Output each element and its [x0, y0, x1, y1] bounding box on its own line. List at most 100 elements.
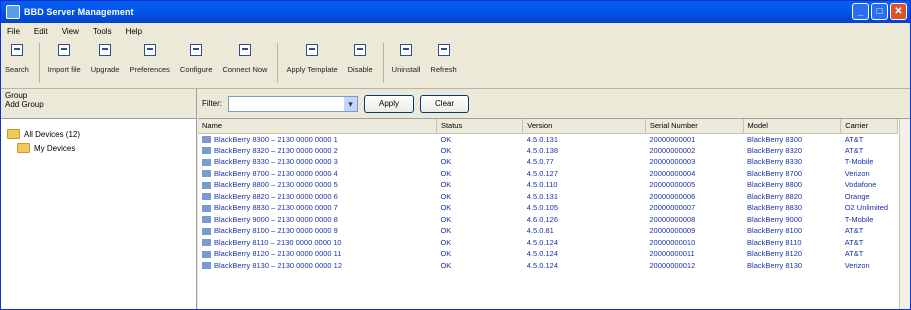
refresh-button[interactable]: Refresh	[430, 39, 457, 74]
table-cell: AT&T	[844, 237, 864, 247]
apply-button[interactable]: Apply	[364, 94, 415, 113]
clear-button[interactable]: Clear	[420, 94, 470, 113]
preferences-button[interactable]: Preferences	[129, 39, 170, 74]
table-row[interactable]: BlackBerry 8830 – 2130 0000 0000 7 OK 4.5.…	[198, 202, 898, 214]
menu-help[interactable]: Help	[126, 27, 142, 36]
table-row[interactable]: BlackBerry 8820 – 2130 0000 0000 6 OK 4.5.…	[198, 191, 898, 203]
table-cell: AT&T	[844, 226, 864, 236]
device-icon	[202, 262, 211, 270]
filter-input[interactable]	[228, 95, 358, 112]
device-name: BlackBerry 8320 – 2130 0000 0000 2	[214, 145, 338, 155]
table-row[interactable]: BlackBerry 8100 – 2130 0000 0000 9 OK 4.5.…	[198, 225, 898, 237]
table-cell: OK	[440, 203, 452, 213]
device-name-cell: BlackBerry 8100 – 2130 0000 0000 9	[198, 225, 436, 237]
upgrade-button[interactable]: Upgrade	[91, 39, 119, 74]
table-cell: 20000000006	[649, 191, 696, 201]
configure-button[interactable]: Configure	[180, 39, 212, 74]
table-cell: AT&T	[844, 134, 864, 144]
disable-icon	[351, 43, 369, 59]
uninstall-button[interactable]: Uninstall	[392, 39, 420, 74]
table-row[interactable]: BlackBerry 8120 – 2130 0000 0000 11 OK 4.5…	[198, 248, 898, 260]
device-icon	[202, 170, 211, 178]
window-title: BBD Server Management	[24, 7, 134, 17]
table-cell: OK	[440, 191, 452, 201]
devices-table: Name Status Version Serial Number Model …	[198, 119, 898, 271]
template-icon	[303, 43, 321, 59]
table-row[interactable]: BlackBerry 8110 – 2130 0000 0000 10 OK 4.5…	[198, 237, 898, 249]
menu-file[interactable]: File	[7, 27, 20, 36]
search-icon	[8, 43, 26, 59]
column-carrier[interactable]: Carrier	[840, 119, 898, 134]
table-cell: OK	[440, 180, 452, 190]
table-cell: 4.5.0.127	[526, 168, 559, 178]
device-icon	[202, 227, 211, 235]
device-icon	[202, 181, 211, 189]
connect-now-button[interactable]: Connect Now	[222, 39, 267, 74]
device-icon	[202, 204, 211, 212]
app-window: BBD Server Management _ □ ✕ File Edit Vi…	[0, 0, 911, 310]
toolbar-separator	[277, 43, 279, 83]
maximize-button[interactable]: □	[871, 3, 888, 20]
table-row[interactable]: BlackBerry 8130 – 2130 0000 0000 12 OK 4.5…	[198, 260, 898, 272]
table-cell: OK	[440, 249, 452, 259]
filter-bar: Filter: Apply Clear	[198, 89, 910, 119]
apply-template-button[interactable]: Apply Template	[286, 39, 338, 74]
table-row[interactable]: BlackBerry 8700 – 2130 0000 0000 4 OK 4.5.…	[198, 168, 898, 180]
column-name[interactable]: Name	[198, 119, 437, 134]
table-cell: 4.6.0.126	[526, 214, 559, 224]
table-cell: OK	[440, 134, 452, 144]
table-cell: 20000000002	[649, 145, 696, 155]
table-cell: 20000000004	[649, 168, 696, 178]
search-button[interactable]: Search	[5, 39, 29, 74]
table-cell: 4.5.0.110	[526, 180, 558, 190]
device-name: BlackBerry 8110 – 2130 0000 0000 10	[214, 237, 342, 247]
column-status[interactable]: Status	[436, 119, 524, 134]
table-row[interactable]: BlackBerry 9000 – 2130 0000 0000 8 OK 4.6.…	[198, 214, 898, 226]
filter-label: Filter:	[202, 99, 222, 108]
title-bar[interactable]: BBD Server Management _ □ ✕	[1, 1, 910, 23]
toolbar-separator	[38, 43, 40, 83]
tree-item-all-devices[interactable]: All Devices (12)	[7, 127, 190, 141]
uninstall-icon	[397, 43, 415, 59]
device-name: BlackBerry 8700 – 2130 0000 0000 4	[214, 168, 338, 178]
device-name-cell: BlackBerry 8320 – 2130 0000 0000 2	[198, 145, 436, 157]
group-header: Group Add Group	[1, 89, 196, 119]
column-serial[interactable]: Serial Number	[645, 119, 744, 134]
menu-edit[interactable]: Edit	[34, 27, 48, 36]
table-cell: 20000000009	[649, 226, 696, 236]
menu-view[interactable]: View	[62, 27, 79, 36]
table-row[interactable]: BlackBerry 8300 – 2130 0000 0000 1 OK 4.5.…	[198, 133, 898, 145]
device-name: BlackBerry 8100 – 2130 0000 0000 9	[214, 226, 338, 236]
table-cell: T-Mobile	[844, 157, 874, 167]
device-name-cell: BlackBerry 8330 – 2130 0000 0000 3	[198, 156, 436, 168]
table-cell: 4.5.0.124	[526, 237, 559, 247]
table-cell: 20000000008	[649, 214, 696, 224]
device-name-cell: BlackBerry 8830 – 2130 0000 0000 7	[198, 202, 436, 214]
table-row[interactable]: BlackBerry 8320 – 2130 0000 0000 2 OK 4.5.…	[198, 145, 898, 157]
tree-item-my-devices[interactable]: My Devices	[7, 141, 190, 155]
table-cell: BlackBerry 9000	[747, 214, 803, 224]
vertical-scrollbar[interactable]	[899, 119, 910, 309]
table-cell: 4.5.0.81	[526, 226, 554, 236]
table-row[interactable]: BlackBerry 8800 – 2130 0000 0000 5 OK 4.5.…	[198, 179, 898, 191]
table-cell: BlackBerry 8120	[747, 249, 803, 259]
configure-icon	[187, 43, 205, 59]
table-cell: AT&T	[844, 145, 864, 155]
table-cell: O2 Unlimited	[844, 203, 889, 213]
table-cell: 20000000007	[649, 203, 696, 213]
table-cell: 20000000005	[649, 180, 696, 190]
add-group-link[interactable]: Add Group	[5, 100, 192, 109]
table-row[interactable]: BlackBerry 8330 – 2130 0000 0000 3 OK 4.5.…	[198, 156, 898, 168]
device-name: BlackBerry 9000 – 2130 0000 0000 8	[214, 214, 338, 224]
device-name: BlackBerry 8120 – 2130 0000 0000 11	[214, 249, 342, 259]
menu-tools[interactable]: Tools	[93, 27, 112, 36]
column-model[interactable]: Model	[743, 119, 842, 134]
close-button[interactable]: ✕	[890, 3, 907, 20]
disable-button[interactable]: Disable	[348, 39, 373, 74]
device-icon	[202, 136, 211, 144]
import-icon	[55, 43, 73, 59]
minimize-button[interactable]: _	[852, 3, 869, 20]
column-version[interactable]: Version	[522, 119, 646, 134]
import-file-button[interactable]: Import file	[48, 39, 81, 74]
group-tree: All Devices (12) My Devices	[1, 119, 196, 163]
